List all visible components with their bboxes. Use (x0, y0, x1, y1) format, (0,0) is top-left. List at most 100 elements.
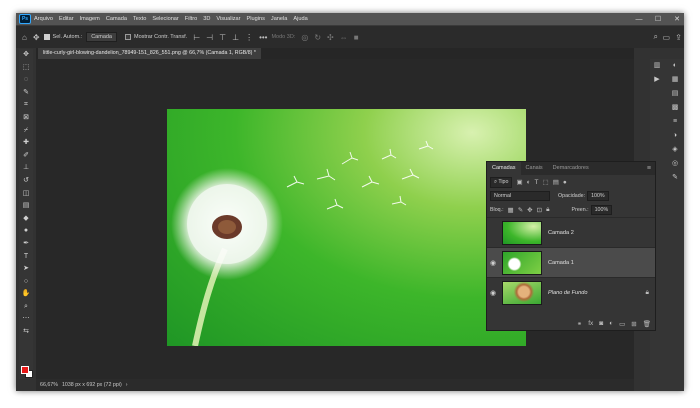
show-transform-checkbox[interactable] (125, 34, 131, 40)
eyedropper-tool-icon[interactable]: ⌿ (19, 125, 33, 138)
search-icon[interactable]: ⌕ (654, 32, 658, 42)
status-arrow-icon[interactable]: › (126, 382, 128, 388)
layer-row-camada-2[interactable]: Camada 2 (487, 217, 655, 247)
new-layer-icon[interactable]: ⊞ (631, 320, 636, 328)
auto-select-checkbox[interactable] (43, 34, 50, 40)
properties-panel-icon[interactable]: ≡ (668, 115, 682, 129)
menu-camada[interactable]: Camada (103, 16, 130, 22)
lasso-tool-icon[interactable]: ◌ (19, 74, 33, 87)
tab-camadas[interactable]: Camadas (487, 162, 521, 175)
shape-tool-icon[interactable]: ○ (19, 276, 33, 289)
fill-input[interactable]: 100% (590, 205, 613, 215)
swap-colors-icon[interactable]: ⇆ (19, 326, 33, 339)
layer-row-plano-de-fundo[interactable]: ◉ Plano de Fundo 🔒︎ (487, 277, 655, 307)
distribute-icon[interactable]: ⋮ (245, 33, 253, 42)
document-image[interactable] (167, 109, 526, 346)
layer-style-icon[interactable]: fx (588, 320, 593, 327)
quick-select-tool-icon[interactable]: ✎ (19, 87, 33, 100)
more-options-icon[interactable]: ••• (259, 33, 267, 42)
zoom-tool-icon[interactable]: ⌕ (19, 301, 33, 314)
close-button[interactable]: ✕ (673, 15, 681, 23)
maximize-button[interactable]: ☐ (654, 15, 662, 23)
workspace-icon[interactable]: ▭ (662, 33, 670, 42)
move-tool-icon[interactable]: ✥ (19, 49, 33, 62)
lock-all-icon[interactable]: 🔒︎ (546, 206, 549, 214)
auto-select-target-dropdown[interactable]: Camada (86, 32, 117, 42)
kind-filter-dropdown[interactable]: ⌕ Tipo (490, 176, 513, 188)
menu-imagem[interactable]: Imagem (77, 16, 103, 22)
clone-stamp-icon[interactable]: ⊥ (19, 162, 33, 175)
align-top-icon[interactable]: ⊤ (219, 33, 226, 42)
adjustments-panel-icon[interactable]: ◑ (668, 129, 682, 143)
filter-shape-icon[interactable]: ⬚ (543, 178, 549, 186)
share-icon[interactable]: ⇪ (675, 33, 682, 42)
paths-panel-icon[interactable]: ✎ (668, 171, 682, 185)
pen-tool-icon[interactable]: ✒ (19, 238, 33, 251)
lock-position-icon[interactable]: ✥ (527, 206, 532, 214)
new-group-icon[interactable]: ▭ (619, 320, 625, 328)
add-mask-icon[interactable]: ◙ (599, 320, 603, 327)
history-brush-icon[interactable]: ↺ (19, 175, 33, 188)
hand-tool-icon[interactable]: ✋ (19, 288, 33, 301)
menu-editar[interactable]: Editar (56, 16, 77, 22)
marquee-tool-icon[interactable]: ⬚ (19, 62, 33, 75)
move-tool-icon[interactable]: ✥ (33, 33, 40, 42)
actions-panel-icon[interactable]: ▶ (650, 73, 664, 87)
foreground-color-swatch[interactable] (21, 366, 29, 374)
menu-janela[interactable]: Janela (268, 16, 290, 22)
frame-tool-icon[interactable]: ⊠ (19, 112, 33, 125)
crop-tool-icon[interactable]: ⌗ (19, 99, 33, 112)
lock-artboard-icon[interactable]: ⊡ (537, 206, 542, 214)
blend-mode-dropdown[interactable]: Normal (490, 191, 550, 201)
link-layers-icon[interactable]: ⚭ (577, 320, 582, 328)
path-select-icon[interactable]: ➤ (19, 263, 33, 276)
minimize-button[interactable]: — (635, 16, 643, 23)
new-adjustment-icon[interactable]: ◐ (609, 320, 613, 327)
eye-icon[interactable]: ◉ (487, 289, 499, 297)
eye-icon[interactable]: ◉ (487, 259, 499, 267)
tab-demarcadores[interactable]: Demarcadores (548, 162, 594, 175)
menu-arquivo[interactable]: Arquivo (31, 16, 56, 22)
menu-plugins[interactable]: Plugins (244, 16, 268, 22)
filter-type-icon[interactable]: T (535, 179, 539, 186)
color-panel-icon[interactable]: ◐ (668, 59, 682, 73)
panel-menu-icon[interactable]: ≡ (647, 162, 651, 175)
document-tab[interactable]: little-curly-girl-blowing-dandelion_7894… (38, 48, 261, 59)
menu-selecionar[interactable]: Selecionar (149, 16, 181, 22)
home-icon[interactable]: ⌂ (22, 33, 27, 42)
eraser-tool-icon[interactable]: ◫ (19, 188, 33, 201)
delete-layer-icon[interactable]: 🗑︎ (643, 320, 651, 328)
blur-tool-icon[interactable]: ◆ (19, 213, 33, 226)
opacity-input[interactable]: 100% (587, 191, 609, 201)
menu-filtro[interactable]: Filtro (182, 16, 200, 22)
filter-adjustment-icon[interactable]: ◐ (527, 179, 531, 186)
patterns-panel-icon[interactable]: ▩ (668, 101, 682, 115)
healing-brush-icon[interactable]: ✚ (19, 137, 33, 150)
layer-row-camada-1[interactable]: ◉ Camada 1 (487, 247, 655, 277)
filter-toggle-icon[interactable]: ● (563, 179, 567, 186)
tab-canais[interactable]: Canais (521, 162, 548, 175)
history-panel-icon[interactable]: ▥ (650, 59, 664, 73)
swatches-panel-icon[interactable]: ▦ (668, 73, 682, 87)
zoom-level[interactable]: 66,67% (40, 382, 58, 388)
align-middle-icon[interactable]: ⊥ (232, 33, 239, 42)
lock-transparent-icon[interactable]: ▦ (508, 206, 514, 214)
channels-panel-icon[interactable]: ◎ (668, 157, 682, 171)
align-center-icon[interactable]: ⊣ (206, 33, 213, 42)
layers-panel-icon[interactable]: ◈ (668, 143, 682, 157)
filter-pixel-icon[interactable]: ▣ (516, 178, 522, 186)
gradients-panel-icon[interactable]: ▤ (668, 87, 682, 101)
type-tool-icon[interactable]: T (19, 251, 33, 264)
more-tools-icon[interactable]: ⋯ (19, 313, 33, 326)
show-transform-option[interactable]: Mostrar Contr. Transf. (125, 34, 187, 40)
auto-select-option[interactable]: Sel. Autom.: (43, 34, 82, 40)
menu-ajuda[interactable]: Ajuda (290, 16, 310, 22)
lock-image-icon[interactable]: ✎ (518, 206, 523, 214)
dodge-tool-icon[interactable]: ● (19, 225, 33, 238)
menu-texto[interactable]: Texto (130, 16, 149, 22)
brush-tool-icon[interactable]: ✐ (19, 150, 33, 163)
gradient-tool-icon[interactable]: ▤ (19, 200, 33, 213)
menu-visualizar[interactable]: Visualizar (213, 16, 243, 22)
align-left-icon[interactable]: ⊢ (193, 33, 200, 42)
menu-3d[interactable]: 3D (200, 16, 213, 22)
